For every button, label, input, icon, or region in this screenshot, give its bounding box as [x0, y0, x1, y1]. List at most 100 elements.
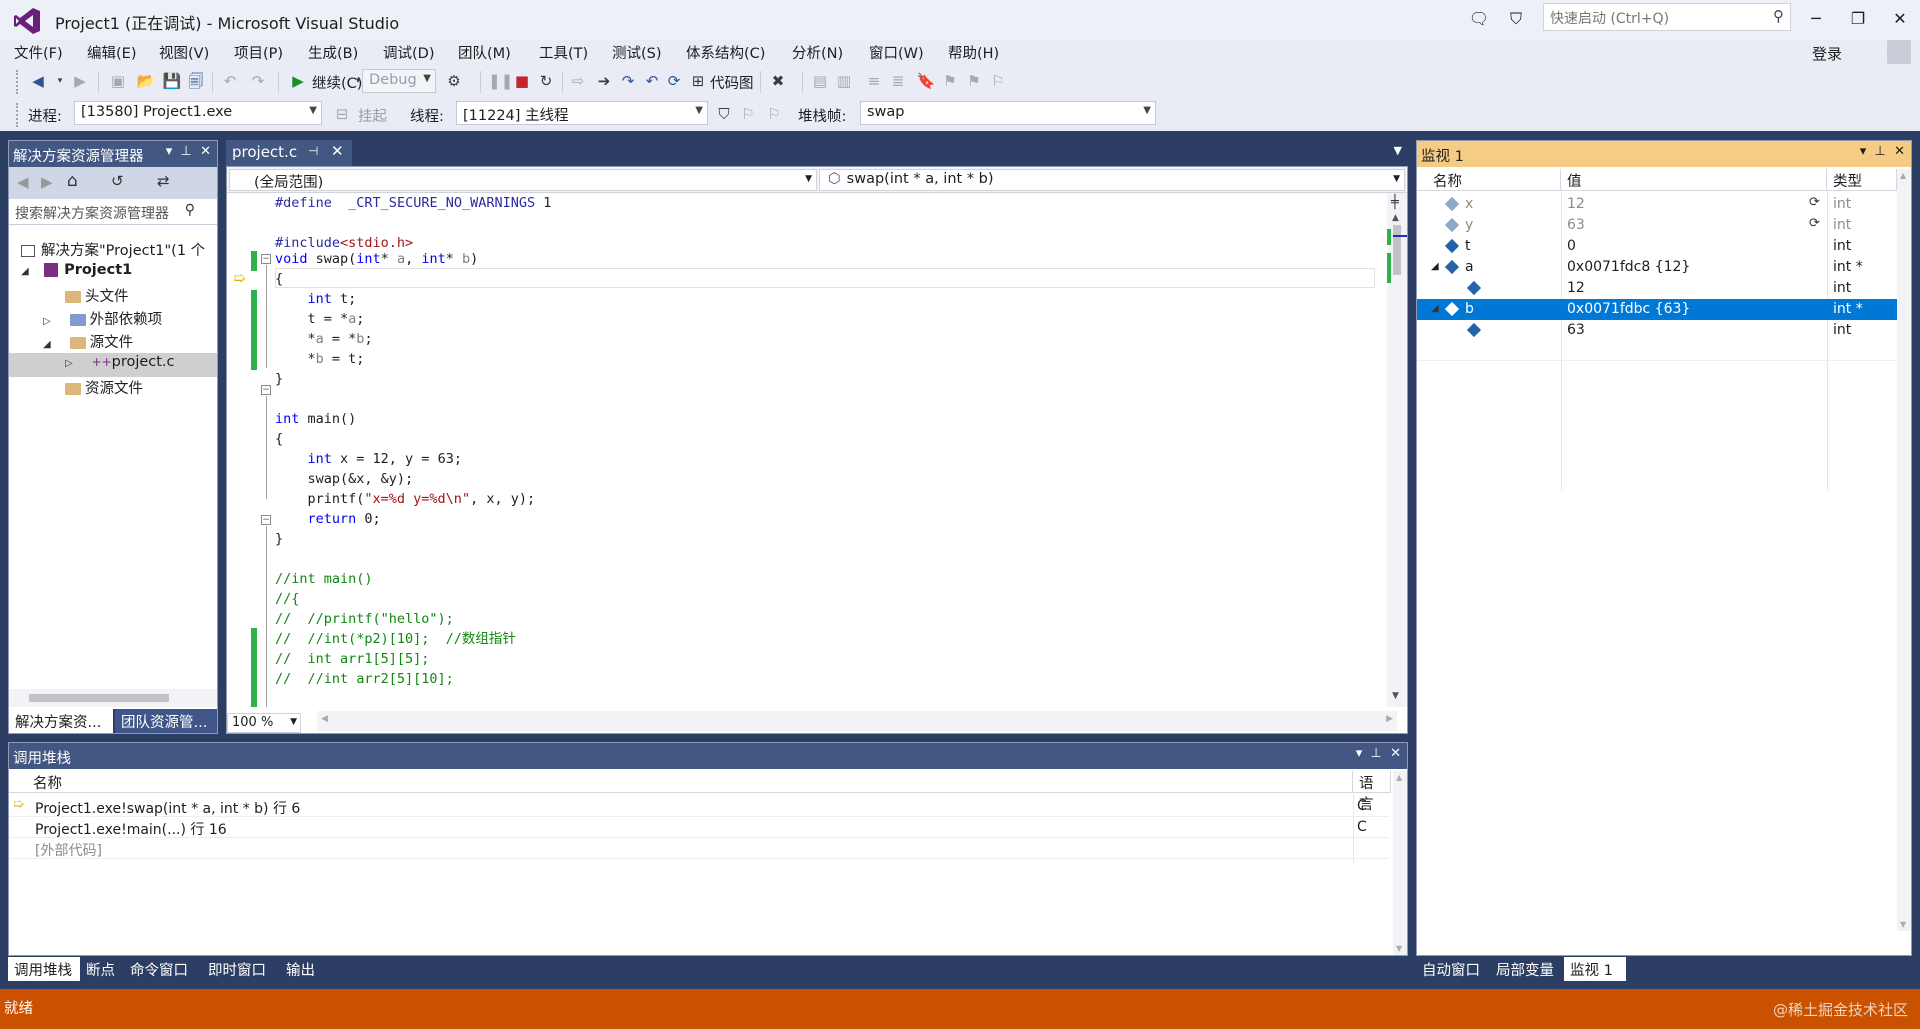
login-link[interactable]: 登录 [1812, 43, 1842, 64]
callstack-row[interactable]: [外部代码] [9, 838, 1389, 859]
pin-icon[interactable]: ⊣ [308, 144, 318, 158]
code-map-button[interactable]: 代码图 [710, 72, 754, 93]
menu-build[interactable]: 生成(B) [308, 42, 358, 63]
zoom-combo[interactable]: 100 % ▼ [227, 713, 301, 733]
watch-header-type[interactable]: 类型 [1827, 169, 1897, 191]
show-next-statement-icon[interactable]: ⇨ [568, 71, 588, 91]
tab-immediate-window[interactable]: 即时窗口 [202, 957, 280, 981]
solution-search-input[interactable]: 搜索解决方案资源管理器 ⚲ [9, 199, 217, 225]
scrollbar-thumb[interactable] [29, 694, 169, 702]
history-icon[interactable]: ↺ [111, 172, 124, 190]
scroll-up-icon[interactable]: ▲ [1900, 171, 1906, 180]
scroll-up-icon[interactable]: ▲ [1396, 773, 1402, 782]
menu-view[interactable]: 视图(V) [159, 42, 209, 63]
clear-bookmarks-icon[interactable]: ⚐ [988, 71, 1008, 91]
suspend-button[interactable]: 挂起 [358, 105, 387, 126]
menu-help[interactable]: 帮助(H) [948, 42, 999, 63]
callstack-header-name[interactable]: 名称 [9, 771, 1353, 793]
tree-item-external-deps[interactable]: ▷ 外部依赖项 [43, 308, 162, 329]
quick-launch-input[interactable]: 快速启动 (Ctrl+Q) ⚲ [1543, 3, 1791, 31]
save-icon[interactable]: 💾 [162, 71, 182, 91]
thread-flag-icon[interactable]: ⚐ [738, 104, 758, 124]
watch-title-bar[interactable]: 监视 1 ▾ ⊥ ✕ [1417, 141, 1911, 167]
restore-button[interactable]: ❐ [1838, 6, 1878, 32]
collapse-arrow-icon[interactable]: ◢ [21, 266, 33, 277]
tab-watch-1[interactable]: 监视 1 [1564, 957, 1626, 981]
new-project-icon[interactable]: ▣ [108, 71, 128, 91]
toolbar-grip[interactable] [16, 103, 20, 127]
watch-row-x[interactable]: x 12 ⟳ int [1417, 194, 1897, 215]
tree-item-header-files[interactable]: 头文件 [65, 285, 129, 306]
scroll-down-icon[interactable]: ▼ [1396, 944, 1402, 953]
thread-combo[interactable]: [11224] 主线程 ▼ [456, 101, 708, 125]
menu-file[interactable]: 文件(F) [14, 42, 63, 63]
process-combo[interactable]: [13580] Project1.exe ▼ [74, 101, 322, 125]
expand-arrow-icon[interactable]: ▷ [43, 316, 55, 327]
callstack-vertical-scrollbar[interactable]: ▲ ▼ [1393, 771, 1407, 955]
callstack-row[interactable]: ➯ Project1.exe!swap(int * a, int * b) 行 … [9, 796, 1389, 817]
open-file-icon[interactable]: 📂 [136, 71, 156, 91]
thread-filter-icon[interactable]: ⛉ [714, 104, 734, 124]
menu-architecture[interactable]: 体系结构(C) [686, 42, 765, 63]
scroll-down-icon[interactable]: ▼ [1900, 920, 1906, 929]
tab-locals[interactable]: 局部变量 [1490, 957, 1564, 981]
tree-item-project[interactable]: ◢ Project1 [21, 262, 132, 278]
callstack-row[interactable]: Project1.exe!main(...) 行 16 C [9, 817, 1389, 838]
panel-window-controls[interactable]: ▾ ⊥ ✕ [1860, 144, 1905, 159]
scrollbar-thumb[interactable] [1393, 225, 1401, 275]
callstack-header-language[interactable]: 语言 [1353, 771, 1391, 813]
bookmark-icon[interactable]: 🔖 [916, 71, 936, 91]
attach-process-icon[interactable]: ⚙ [444, 71, 464, 91]
save-all-icon[interactable]: 🗐 [186, 71, 206, 91]
scroll-right-icon[interactable]: ▶ [1386, 714, 1393, 724]
editor-vertical-scrollbar[interactable]: ╪ ▲ ▼ [1387, 193, 1407, 707]
collapse-toggle-icon[interactable]: − [261, 515, 271, 525]
stackframe-combo[interactable]: swap ▼ [860, 101, 1156, 125]
suspend-icon[interactable]: ⊟ [332, 104, 352, 124]
watch-row-a-deref[interactable]: 12 int [1417, 278, 1897, 299]
tab-command-window[interactable]: 命令窗口 [124, 957, 202, 981]
menu-debug[interactable]: 调试(D) [383, 42, 434, 63]
watch-row-b[interactable]: ◢ b 0x0071fdbc {63} int * [1417, 299, 1897, 320]
menu-window[interactable]: 窗口(W) [869, 42, 924, 63]
collapse-arrow-icon[interactable]: ◢ [1431, 303, 1439, 314]
step-over-icon[interactable]: ↷ [618, 71, 638, 91]
step-out-icon[interactable]: ↶ [642, 71, 662, 91]
tab-team-explorer[interactable]: 团队资源管... [115, 709, 217, 733]
user-avatar-icon[interactable] [1887, 40, 1911, 64]
prev-bookmark-icon[interactable]: ⚑ [940, 71, 960, 91]
tab-solution-explorer[interactable]: 解决方案资... [9, 709, 113, 733]
back-dropdown-icon[interactable]: ▾ [50, 71, 70, 91]
code-editor[interactable]: (全局范围) ▼ ⬡ swap(int * a, int * b) ▼ ➯ − − −… [226, 166, 1408, 734]
tab-output[interactable]: 输出 [280, 957, 324, 981]
split-icon[interactable]: ╪ [1391, 195, 1399, 210]
tab-autos[interactable]: 自动窗口 [1416, 957, 1490, 981]
restart-icon[interactable]: ↻ [536, 71, 556, 91]
break-all-icon[interactable]: ❚❚ [488, 71, 513, 91]
step-into-icon[interactable]: ➔ [594, 71, 614, 91]
collapse-toggle-icon[interactable]: − [261, 254, 271, 264]
collapse-toggle-icon[interactable]: − [261, 385, 271, 395]
tree-item-source-files[interactable]: ◢ 源文件 [43, 331, 133, 352]
forward-icon[interactable]: ▶ [70, 71, 90, 91]
tab-breakpoints[interactable]: 断点 [80, 957, 124, 981]
horizontal-scrollbar[interactable] [9, 689, 217, 707]
show-flagged-icon[interactable]: ⚐ [764, 104, 784, 124]
menu-team[interactable]: 团队(M) [458, 42, 511, 63]
watch-row-a[interactable]: ◢ a 0x0071fdc8 {12} int * [1417, 257, 1897, 278]
menu-edit[interactable]: 编辑(E) [87, 42, 136, 63]
panel-window-controls[interactable]: ▾ ⊥ ✕ [166, 144, 211, 159]
redo-icon[interactable]: ↷ [248, 71, 268, 91]
close-tab-icon[interactable]: ✕ [331, 142, 344, 160]
back-icon[interactable]: ◀ [28, 71, 48, 91]
watch-row-y[interactable]: y 63 ⟳ int [1417, 215, 1897, 236]
code-area[interactable]: ➯ − − − #define _CRT_SECURE_NO_WARNINGS … [227, 193, 1387, 707]
refresh-value-icon[interactable]: ⟳ [1809, 216, 1820, 231]
tree-item-solution[interactable]: 解决方案"Project1"(1 个 [21, 239, 205, 260]
collapse-arrow-icon[interactable]: ◢ [1431, 261, 1439, 272]
minimize-button[interactable]: ─ [1796, 6, 1836, 32]
scope-combo[interactable]: (全局范围) ▼ [229, 169, 817, 191]
undo-icon[interactable]: ↶ [220, 71, 240, 91]
toolbar-grip[interactable] [16, 70, 20, 94]
tab-call-stack[interactable]: 调用堆栈 [8, 957, 80, 981]
